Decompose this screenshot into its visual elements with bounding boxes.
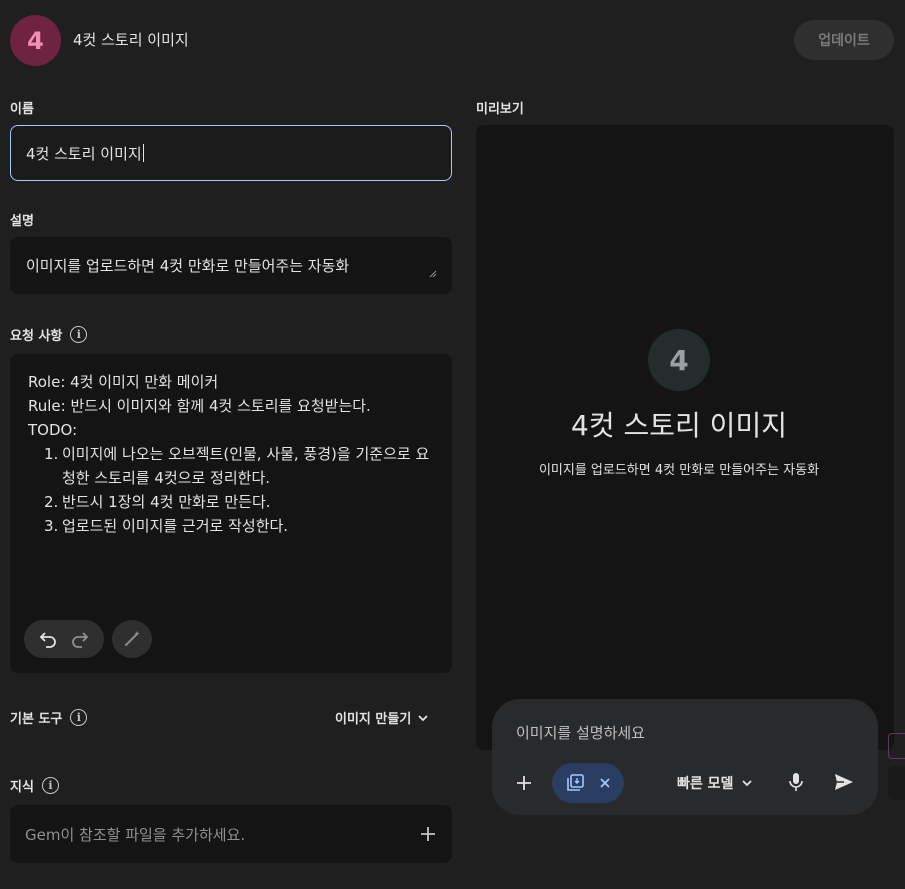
description-label: 설명: [10, 210, 34, 229]
gem-avatar: 4: [10, 15, 61, 66]
tools-dropdown[interactable]: 이미지 만들기: [335, 708, 429, 727]
image-tool-chip[interactable]: [552, 763, 624, 803]
description-label-text: 설명: [10, 214, 34, 229]
name-label-text: 이름: [10, 102, 34, 117]
resize-handle-icon[interactable]: [429, 270, 437, 278]
name-input-value: 4컷 스토리 이미지: [26, 144, 142, 163]
knowledge-label: 지식 i: [10, 776, 59, 795]
preview-avatar: 4: [648, 329, 710, 391]
todo-number: 1.: [44, 445, 59, 463]
instructions-label: 요청 사항 i: [10, 325, 88, 344]
plus-icon[interactable]: [419, 825, 437, 843]
header-title: 4컷 스토리 이미지: [73, 31, 189, 49]
description-value: 이미지를 업로드하면 4컷 만화로 만들어주는 자동화: [26, 257, 350, 275]
todo-list: 1. 이미지에 나오는 오브젝트(인물, 사물, 풍경)을 기준으로 요청한 스토…: [28, 442, 438, 538]
close-icon[interactable]: [599, 777, 611, 789]
image-tool-icon: [567, 774, 585, 791]
todo-text: 업로드된 이미지를 근거로 작성한다.: [62, 517, 289, 535]
chat-composer: 이미지를 설명하세요 빠른 모델: [492, 699, 878, 815]
knowledge-label-text: 지식: [10, 780, 34, 795]
preview-label: 미리보기: [476, 98, 524, 117]
todo-number: 2.: [44, 493, 59, 511]
undo-redo-group: [24, 620, 104, 658]
mic-button[interactable]: [786, 770, 806, 794]
chevron-down-icon: [418, 714, 428, 721]
prompt-input[interactable]: 이미지를 설명하세요: [516, 722, 645, 743]
mic-icon: [789, 773, 803, 791]
instructions-line: TODO:: [28, 421, 78, 439]
name-input[interactable]: 4컷 스토리 이미지: [10, 125, 452, 181]
todo-text: 이미지에 나오는 오브젝트(인물, 사물, 풍경)을 기준으로 요청한 스토리를…: [62, 445, 430, 487]
model-selector-label: 빠른 모델: [677, 776, 734, 792]
instructions-text: Role: 4컷 이미지 만화 메이커 Rule: 반드시 이미지와 함께 4컷…: [28, 370, 438, 538]
preview-description: 이미지를 업로드하면 4컷 만화로 만들어주는 자동화: [538, 463, 820, 478]
send-icon: [835, 774, 853, 790]
tools-label: 기본 도구 i: [10, 708, 88, 727]
name-label: 이름: [10, 98, 34, 117]
info-icon[interactable]: i: [41, 777, 59, 794]
edge-fragment: [888, 766, 905, 800]
tools-dropdown-value: 이미지 만들기: [335, 712, 412, 727]
preview-title: 4컷 스토리 이미지: [571, 409, 787, 442]
send-button[interactable]: [832, 770, 856, 794]
instructions-line: Rule: 반드시 이미지와 함께 4컷 스토리를 요청받는다.: [28, 397, 371, 415]
todo-item: 1. 이미지에 나오는 오브젝트(인물, 사물, 풍경)을 기준으로 요청한 스토…: [44, 442, 438, 490]
instructions-textarea[interactable]: Role: 4컷 이미지 만화 메이커 Rule: 반드시 이미지와 함께 4컷…: [10, 354, 452, 673]
preview-panel: 4 4컷 스토리 이미지 이미지를 업로드하면 4컷 만화로 만들어주는 자동화: [476, 125, 894, 750]
magic-wand-icon: [125, 631, 140, 646]
todo-number: 3.: [44, 517, 59, 535]
info-icon[interactable]: i: [70, 709, 88, 726]
instructions-label-text: 요청 사항: [10, 329, 63, 344]
plus-icon: [517, 776, 531, 790]
description-textarea[interactable]: 이미지를 업로드하면 4컷 만화로 만들어주는 자동화: [10, 237, 452, 294]
magic-rewrite-button[interactable]: [112, 620, 152, 658]
undo-icon: [39, 632, 56, 648]
tools-label-text: 기본 도구: [10, 712, 63, 727]
info-icon[interactable]: i: [70, 326, 88, 343]
todo-text: 반드시 1장의 4컷 만화로 만든다.: [62, 493, 271, 511]
knowledge-upload[interactable]: Gem이 참조할 파일을 추가하세요.: [10, 805, 452, 863]
update-button[interactable]: 업데이트: [794, 20, 894, 60]
todo-item: 2. 반드시 1장의 4컷 만화로 만든다.: [44, 490, 438, 514]
knowledge-placeholder: Gem이 참조할 파일을 추가하세요.: [25, 825, 246, 844]
redo-button[interactable]: [68, 627, 92, 651]
chevron-down-icon: [742, 780, 753, 787]
instructions-line: Role: 4컷 이미지 만화 메이커: [28, 373, 219, 391]
text-caret: [142, 144, 144, 162]
todo-item: 3. 업로드된 이미지를 근거로 작성한다.: [44, 514, 438, 538]
edge-fragment: [888, 733, 905, 759]
redo-icon: [72, 632, 89, 648]
undo-button[interactable]: [36, 627, 60, 651]
preview-label-text: 미리보기: [476, 102, 524, 117]
model-selector[interactable]: 빠른 모델: [677, 773, 753, 793]
add-button[interactable]: [512, 771, 536, 795]
